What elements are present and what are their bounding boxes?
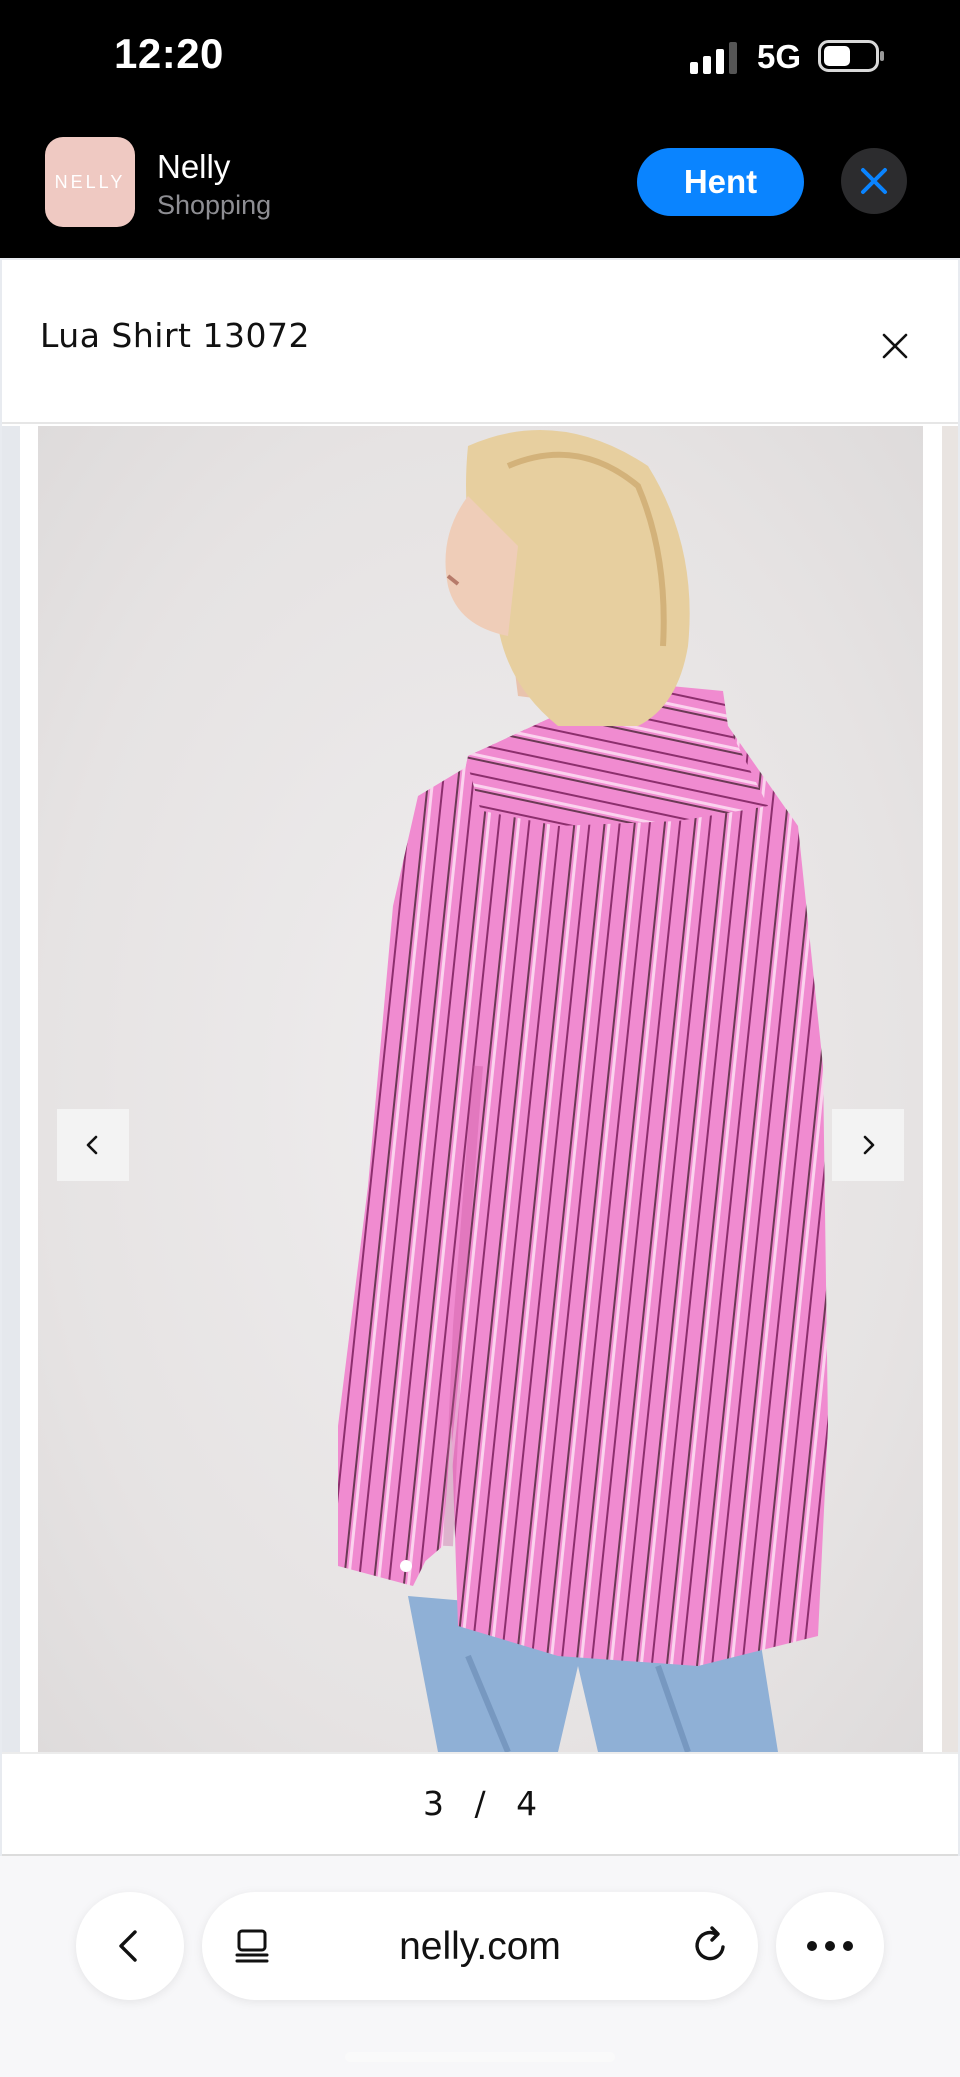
status-time: 12:20 [114, 30, 224, 77]
address-bar[interactable]: nelly.com [202, 1892, 758, 2000]
previous-image-peek [2, 426, 20, 1752]
image-pagination: 3 / 4 [2, 1752, 958, 1856]
modal-frame: Lua Shirt 13072 3 / 4 [2, 260, 958, 1856]
modal-header: Lua Shirt 13072 [2, 260, 958, 424]
battery-icon [818, 40, 884, 72]
image-gallery[interactable] [2, 426, 958, 1752]
chevron-left-icon [86, 1135, 98, 1155]
url-text: nelly.com [399, 1925, 561, 1968]
pagination-text: 3 / 4 [2, 1784, 958, 1823]
product-photo [38, 426, 923, 1752]
next-image-button[interactable] [832, 1109, 904, 1181]
back-button[interactable] [76, 1892, 184, 2000]
model-wearing-shirt-image [338, 430, 828, 1752]
total-pages: 4 [516, 1784, 538, 1823]
chevron-right-icon [863, 1135, 875, 1155]
network-type: 5G [757, 38, 802, 75]
chevron-left-icon [119, 1930, 137, 1962]
ellipsis-icon [807, 1941, 853, 1951]
signal-icon [690, 42, 737, 74]
nelly-app-icon[interactable]: NELLY [45, 137, 135, 227]
app-category: Shopping [157, 190, 272, 220]
next-image-peek [942, 426, 958, 1752]
more-options-button[interactable] [776, 1892, 884, 2000]
close-banner-button[interactable] [841, 148, 907, 214]
status-and-app-banner: 12:20 5G NELLY Nelly Shopping Hent [0, 0, 960, 258]
get-app-button[interactable]: Hent [637, 148, 804, 216]
product-image-modal: Lua Shirt 13072 3 / 4 [0, 258, 960, 1856]
page-separator: / [474, 1784, 486, 1823]
close-icon [861, 168, 887, 194]
current-page: 3 [422, 1784, 444, 1823]
app-name: Nelly [157, 148, 231, 185]
reload-icon[interactable] [688, 1922, 734, 1968]
browser-toolbar: nelly.com [0, 1856, 960, 2077]
app-icon-text: NELLY [54, 171, 126, 192]
previous-image-button[interactable] [57, 1109, 129, 1181]
close-modal-button[interactable] [875, 326, 915, 366]
product-title: Lua Shirt 13072 [40, 316, 310, 355]
home-indicator [345, 2052, 615, 2062]
